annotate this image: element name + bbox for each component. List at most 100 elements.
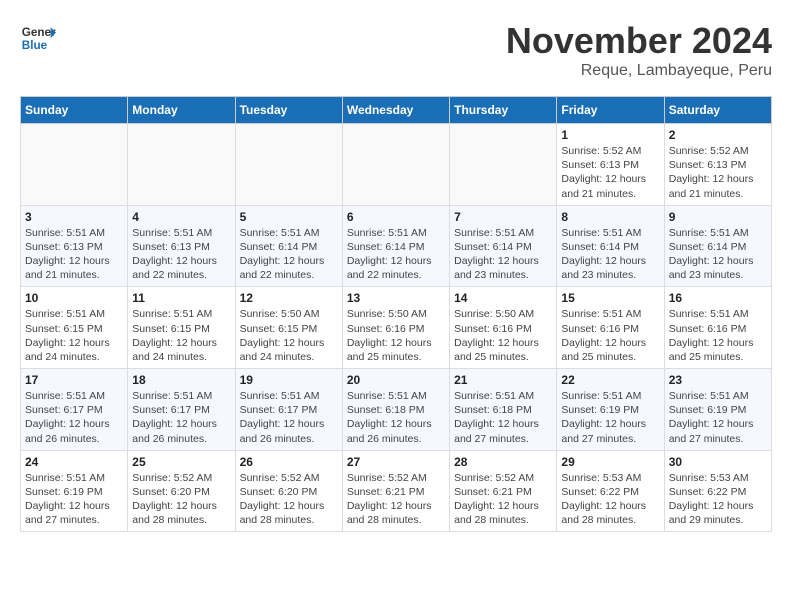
- calendar-cell: 27Sunrise: 5:52 AM Sunset: 6:21 PM Dayli…: [342, 450, 449, 532]
- calendar-cell: [450, 124, 557, 206]
- calendar-cell: 1 Sunrise: 5:52 AM Sunset: 6:13 PM Daylig…: [557, 124, 664, 206]
- calendar-cell: 4Sunrise: 5:51 AM Sunset: 6:13 PM Daylig…: [128, 205, 235, 287]
- day-info: Sunrise: 5:50 AM Sunset: 6:15 PM Dayligh…: [240, 307, 338, 364]
- day-info: Sunrise: 5:52 AM Sunset: 6:20 PM Dayligh…: [240, 471, 338, 528]
- day-number: 6: [347, 210, 445, 224]
- week-row-5: 24Sunrise: 5:51 AM Sunset: 6:19 PM Dayli…: [21, 450, 772, 532]
- day-info: Sunrise: 5:51 AM Sunset: 6:16 PM Dayligh…: [669, 307, 767, 364]
- day-info: Sunrise: 5:52 AM Sunset: 6:21 PM Dayligh…: [454, 471, 552, 528]
- day-number: 2: [669, 128, 767, 142]
- day-info: Sunrise: 5:53 AM Sunset: 6:22 PM Dayligh…: [561, 471, 659, 528]
- weekday-header-sunday: Sunday: [21, 97, 128, 124]
- month-title: November 2024: [506, 20, 772, 62]
- calendar-cell: 29 Sunrise: 5:53 AM Sunset: 6:22 PM Dayli…: [557, 450, 664, 532]
- day-number: 3: [25, 210, 123, 224]
- day-number: 17: [25, 373, 123, 387]
- calendar-cell: 23 Sunrise: 5:51 AM Sunset: 6:19 PM Dayli…: [664, 369, 771, 451]
- day-info: Sunrise: 5:51 AM Sunset: 6:16 PM Dayligh…: [561, 307, 659, 364]
- day-info: Sunrise: 5:51 AM Sunset: 6:14 PM Dayligh…: [454, 226, 552, 283]
- week-row-4: 17 Sunrise: 5:51 AM Sunset: 6:17 PM Dayli…: [21, 369, 772, 451]
- calendar-cell: 22 Sunrise: 5:51 AM Sunset: 6:19 PM Dayli…: [557, 369, 664, 451]
- calendar-cell: 14 Sunrise: 5:50 AM Sunset: 6:16 PM Dayli…: [450, 287, 557, 369]
- week-row-1: 1 Sunrise: 5:52 AM Sunset: 6:13 PM Daylig…: [21, 124, 772, 206]
- week-row-2: 3 Sunrise: 5:51 AM Sunset: 6:13 PM Daylig…: [21, 205, 772, 287]
- day-number: 22: [561, 373, 659, 387]
- calendar-cell: 28 Sunrise: 5:52 AM Sunset: 6:21 PM Dayli…: [450, 450, 557, 532]
- day-number: 9: [669, 210, 767, 224]
- day-info: Sunrise: 5:51 AM Sunset: 6:18 PM Dayligh…: [347, 389, 445, 446]
- day-number: 14: [454, 291, 552, 305]
- svg-text:Blue: Blue: [22, 39, 48, 52]
- calendar-cell: 5 Sunrise: 5:51 AM Sunset: 6:14 PM Daylig…: [235, 205, 342, 287]
- calendar-cell: 20Sunrise: 5:51 AM Sunset: 6:18 PM Dayli…: [342, 369, 449, 451]
- calendar-cell: 15 Sunrise: 5:51 AM Sunset: 6:16 PM Dayli…: [557, 287, 664, 369]
- day-info: Sunrise: 5:51 AM Sunset: 6:13 PM Dayligh…: [25, 226, 123, 283]
- day-info: Sunrise: 5:53 AM Sunset: 6:22 PM Dayligh…: [669, 471, 767, 528]
- weekday-header-thursday: Thursday: [450, 97, 557, 124]
- calendar-cell: 18Sunrise: 5:51 AM Sunset: 6:17 PM Dayli…: [128, 369, 235, 451]
- location-title: Reque, Lambayeque, Peru: [506, 62, 772, 80]
- day-number: 1: [561, 128, 659, 142]
- day-number: 7: [454, 210, 552, 224]
- day-number: 28: [454, 455, 552, 469]
- calendar-cell: 2 Sunrise: 5:52 AM Sunset: 6:13 PM Daylig…: [664, 124, 771, 206]
- page-header: General Blue November 2024 Reque, Lambay…: [20, 20, 772, 80]
- week-row-3: 10Sunrise: 5:51 AM Sunset: 6:15 PM Dayli…: [21, 287, 772, 369]
- calendar-cell: 19 Sunrise: 5:51 AM Sunset: 6:17 PM Dayli…: [235, 369, 342, 451]
- day-number: 5: [240, 210, 338, 224]
- day-number: 11: [132, 291, 230, 305]
- calendar-cell: 30 Sunrise: 5:53 AM Sunset: 6:22 PM Dayli…: [664, 450, 771, 532]
- day-info: Sunrise: 5:51 AM Sunset: 6:17 PM Dayligh…: [25, 389, 123, 446]
- calendar-cell: [21, 124, 128, 206]
- calendar-cell: 11 Sunrise: 5:51 AM Sunset: 6:15 PM Dayli…: [128, 287, 235, 369]
- day-number: 15: [561, 291, 659, 305]
- calendar-cell: 25Sunrise: 5:52 AM Sunset: 6:20 PM Dayli…: [128, 450, 235, 532]
- calendar-cell: 12Sunrise: 5:50 AM Sunset: 6:15 PM Dayli…: [235, 287, 342, 369]
- calendar-cell: 16 Sunrise: 5:51 AM Sunset: 6:16 PM Dayli…: [664, 287, 771, 369]
- day-info: Sunrise: 5:51 AM Sunset: 6:15 PM Dayligh…: [25, 307, 123, 364]
- day-number: 23: [669, 373, 767, 387]
- weekday-header-saturday: Saturday: [664, 97, 771, 124]
- day-number: 24: [25, 455, 123, 469]
- day-info: Sunrise: 5:51 AM Sunset: 6:17 PM Dayligh…: [240, 389, 338, 446]
- calendar-cell: 24Sunrise: 5:51 AM Sunset: 6:19 PM Dayli…: [21, 450, 128, 532]
- calendar-cell: 7 Sunrise: 5:51 AM Sunset: 6:14 PM Daylig…: [450, 205, 557, 287]
- day-info: Sunrise: 5:51 AM Sunset: 6:19 PM Dayligh…: [561, 389, 659, 446]
- calendar-cell: 6Sunrise: 5:51 AM Sunset: 6:14 PM Daylig…: [342, 205, 449, 287]
- calendar-cell: 17 Sunrise: 5:51 AM Sunset: 6:17 PM Dayli…: [21, 369, 128, 451]
- day-number: 16: [669, 291, 767, 305]
- calendar-cell: [235, 124, 342, 206]
- day-number: 27: [347, 455, 445, 469]
- day-number: 30: [669, 455, 767, 469]
- calendar-table: SundayMondayTuesdayWednesdayThursdayFrid…: [20, 96, 772, 532]
- weekday-header-wednesday: Wednesday: [342, 97, 449, 124]
- logo-icon: General Blue: [20, 20, 56, 56]
- calendar-cell: 10Sunrise: 5:51 AM Sunset: 6:15 PM Dayli…: [21, 287, 128, 369]
- day-info: Sunrise: 5:51 AM Sunset: 6:18 PM Dayligh…: [454, 389, 552, 446]
- day-number: 13: [347, 291, 445, 305]
- day-info: Sunrise: 5:52 AM Sunset: 6:13 PM Dayligh…: [561, 144, 659, 201]
- day-info: Sunrise: 5:52 AM Sunset: 6:20 PM Dayligh…: [132, 471, 230, 528]
- day-info: Sunrise: 5:50 AM Sunset: 6:16 PM Dayligh…: [454, 307, 552, 364]
- day-number: 19: [240, 373, 338, 387]
- weekday-header-row: SundayMondayTuesdayWednesdayThursdayFrid…: [21, 97, 772, 124]
- day-info: Sunrise: 5:51 AM Sunset: 6:19 PM Dayligh…: [669, 389, 767, 446]
- day-info: Sunrise: 5:51 AM Sunset: 6:14 PM Dayligh…: [240, 226, 338, 283]
- day-info: Sunrise: 5:51 AM Sunset: 6:14 PM Dayligh…: [669, 226, 767, 283]
- day-number: 8: [561, 210, 659, 224]
- day-number: 18: [132, 373, 230, 387]
- day-number: 29: [561, 455, 659, 469]
- title-area: November 2024 Reque, Lambayeque, Peru: [506, 20, 772, 80]
- logo: General Blue: [20, 20, 56, 56]
- calendar-cell: 3 Sunrise: 5:51 AM Sunset: 6:13 PM Daylig…: [21, 205, 128, 287]
- day-info: Sunrise: 5:51 AM Sunset: 6:14 PM Dayligh…: [561, 226, 659, 283]
- day-info: Sunrise: 5:51 AM Sunset: 6:15 PM Dayligh…: [132, 307, 230, 364]
- calendar-cell: 9 Sunrise: 5:51 AM Sunset: 6:14 PM Daylig…: [664, 205, 771, 287]
- day-number: 26: [240, 455, 338, 469]
- day-number: 21: [454, 373, 552, 387]
- calendar-cell: [342, 124, 449, 206]
- calendar-cell: 26 Sunrise: 5:52 AM Sunset: 6:20 PM Dayli…: [235, 450, 342, 532]
- weekday-header-friday: Friday: [557, 97, 664, 124]
- day-info: Sunrise: 5:52 AM Sunset: 6:13 PM Dayligh…: [669, 144, 767, 201]
- calendar-cell: [128, 124, 235, 206]
